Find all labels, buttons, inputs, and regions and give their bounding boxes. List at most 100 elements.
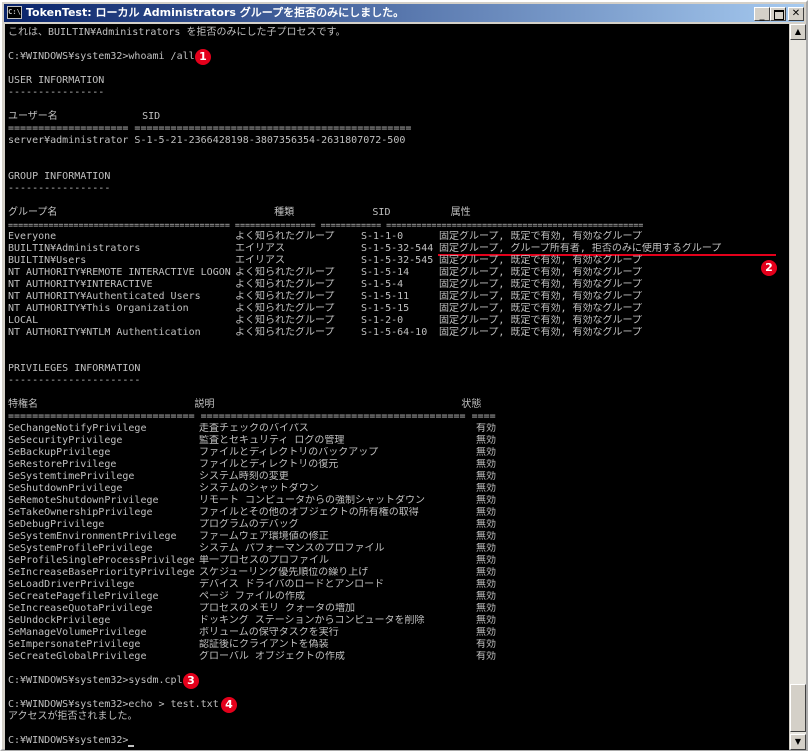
privilege-name-cell: SeSystemProfilePrivilege bbox=[8, 543, 153, 554]
privilege-desc-cell: ファームウェア環境値の修正 bbox=[199, 531, 329, 542]
group-sid-cell: S-1-5-14 bbox=[361, 267, 410, 278]
privilege-name-cell: SeSystemtimePrivilege bbox=[8, 471, 135, 482]
user-info-row: server¥administrator S-1-5-21-2366428198… bbox=[8, 135, 406, 146]
vertical-scrollbar[interactable]: ▲ ▼ bbox=[790, 24, 806, 750]
minimize-button[interactable]: _ bbox=[754, 7, 770, 21]
group-sid-cell: S-1-1-0 bbox=[361, 231, 404, 242]
privileges-info-separator: =============================== ========… bbox=[8, 411, 496, 422]
privilege-name-cell: SeLoadDriverPrivilege bbox=[8, 579, 135, 590]
group-type-cell: よく知られたグループ bbox=[235, 327, 335, 338]
user-info-title: USER INFORMATION bbox=[8, 75, 105, 86]
group-name-cell: NT AUTHORITY¥REMOTE INTERACTIVE LOGON bbox=[8, 267, 231, 278]
group-name-cell: NT AUTHORITY¥NTLM Authentication bbox=[8, 327, 201, 338]
group-name-cell: NT AUTHORITY¥This Organization bbox=[8, 303, 189, 314]
group-attr-cell: 固定グループ, 既定で有効, 有効なグループ bbox=[439, 267, 642, 278]
group-sid-cell: S-1-5-15 bbox=[361, 303, 410, 314]
user-info-header: ユーザー名 SID bbox=[8, 111, 161, 122]
user-info-separator: ==================== ===================… bbox=[8, 123, 412, 134]
scroll-up-button[interactable]: ▲ bbox=[790, 24, 806, 40]
scroll-down-button[interactable]: ▼ bbox=[790, 734, 806, 750]
console-window: C:\ TokenTest: ローカル Administrators グループを… bbox=[0, 0, 808, 751]
privilege-state-cell: 無効 bbox=[476, 459, 496, 470]
privilege-name-cell: SeDebugPrivilege bbox=[8, 519, 105, 530]
privilege-name-cell: SeProfileSingleProcessPrivilege bbox=[8, 555, 195, 566]
privilege-state-cell: 無効 bbox=[476, 627, 496, 638]
close-icon: ✕ bbox=[791, 8, 801, 19]
group-name-cell: NT AUTHORITY¥Authenticated Users bbox=[8, 291, 201, 302]
privilege-name-cell: SeCreatePagefilePrivilege bbox=[8, 591, 159, 602]
privilege-desc-cell: 単一プロセスのプロファイル bbox=[199, 555, 329, 566]
close-button[interactable]: ✕ bbox=[788, 7, 804, 21]
privilege-name-cell: SeIncreaseQuotaPrivilege bbox=[8, 603, 153, 614]
privilege-desc-cell: プロセスのメモリ クォータの増加 bbox=[199, 603, 356, 614]
privilege-desc-cell: システム時刻の変更 bbox=[199, 471, 289, 482]
group-type-cell: エイリアス bbox=[235, 255, 285, 266]
group-info-title: GROUP INFORMATION bbox=[8, 171, 111, 182]
privilege-desc-cell: ファイルとその他のオブジェクトの所有権の取得 bbox=[199, 507, 419, 518]
privilege-state-cell: 有効 bbox=[476, 423, 496, 434]
privilege-name-cell: SeRemoteShutdownPrivilege bbox=[8, 495, 159, 506]
user-info-underline: ---------------- bbox=[8, 87, 105, 98]
console-output[interactable]: これは、BUILTIN¥Administrators を拒否のみにした子プロセス… bbox=[5, 24, 789, 750]
group-name-cell: NT AUTHORITY¥INTERACTIVE bbox=[8, 279, 153, 290]
privilege-name-cell: SeRestorePrivilege bbox=[8, 459, 117, 470]
minimize-icon: _ bbox=[759, 10, 765, 21]
group-type-cell: よく知られたグループ bbox=[235, 267, 335, 278]
group-sid-cell: S-1-5-64-10 bbox=[361, 327, 428, 338]
maximize-icon bbox=[774, 10, 784, 20]
privileges-info-underline: ---------------------- bbox=[8, 375, 141, 386]
privilege-state-cell: 無効 bbox=[476, 543, 496, 554]
maximize-button[interactable] bbox=[770, 7, 786, 21]
privilege-state-cell: 無効 bbox=[476, 483, 496, 494]
console-app-icon[interactable]: C:\ bbox=[7, 6, 22, 19]
annotation-badge-4: 4 bbox=[221, 697, 237, 713]
privilege-desc-cell: ページ ファイルの作成 bbox=[199, 591, 305, 602]
group-attr-cell: 固定グループ, 既定で有効, 有効なグループ bbox=[439, 327, 642, 338]
privilege-state-cell: 有効 bbox=[476, 639, 496, 650]
privilege-state-cell: 無効 bbox=[476, 555, 496, 566]
privilege-desc-cell: ドッキング ステーションからコンピュータを削除 bbox=[199, 615, 425, 626]
title-bar[interactable]: C:\ TokenTest: ローカル Administrators グループを… bbox=[4, 4, 804, 22]
group-name-cell: LOCAL bbox=[8, 315, 39, 326]
error-message: アクセスが拒否されました。 bbox=[8, 711, 138, 722]
privilege-desc-cell: 認証後にクライアントを偽装 bbox=[199, 639, 329, 650]
command-prompt[interactable]: C:¥WINDOWS¥system32> bbox=[8, 735, 128, 747]
privilege-name-cell: SeTakeOwnershipPrivilege bbox=[8, 507, 153, 518]
group-attr-cell: 固定グループ, 既定で有効, 有効なグループ bbox=[439, 255, 642, 266]
privilege-state-cell: 無効 bbox=[476, 507, 496, 518]
privilege-desc-cell: スケジューリング優先順位の繰り上げ bbox=[199, 567, 369, 578]
command-echo: C:¥WINDOWS¥system32>echo > test.txt bbox=[8, 699, 219, 710]
privilege-desc-cell: 走査チェックのバイパス bbox=[199, 423, 309, 434]
annotation-badge-1: 1 bbox=[195, 49, 211, 65]
command-sysdm: C:¥WINDOWS¥system32>sysdm.cpl bbox=[8, 675, 183, 686]
group-type-cell: よく知られたグループ bbox=[235, 315, 335, 326]
group-type-cell: エイリアス bbox=[235, 243, 285, 254]
privilege-name-cell: SeManageVolumePrivilege bbox=[8, 627, 147, 638]
privilege-state-cell: 無効 bbox=[476, 447, 496, 458]
privilege-state-cell: 無効 bbox=[476, 519, 496, 530]
privilege-name-cell: SeSystemEnvironmentPrivilege bbox=[8, 531, 177, 542]
privilege-desc-cell: システム パフォーマンスのプロファイル bbox=[199, 543, 385, 554]
privilege-desc-cell: リモート コンピュータからの強制シャットダウン bbox=[199, 495, 426, 506]
privilege-name-cell: SeSecurityPrivilege bbox=[8, 435, 123, 446]
privilege-desc-cell: デバイス ドライバのロードとアンロード bbox=[199, 579, 385, 590]
group-name-cell: BUILTIN¥Administrators bbox=[8, 243, 141, 254]
group-attr-cell: 固定グループ, 既定で有効, 有効なグループ bbox=[439, 279, 642, 290]
privilege-state-cell: 無効 bbox=[476, 531, 496, 542]
group-sid-cell: S-1-5-32-545 bbox=[361, 255, 434, 266]
privilege-state-cell: 有効 bbox=[476, 651, 496, 662]
scroll-thumb[interactable] bbox=[790, 684, 806, 732]
text-cursor bbox=[128, 745, 134, 747]
group-info-separator: ========================================… bbox=[8, 220, 644, 230]
group-attr-cell: 固定グループ, グループ所有者, 拒否のみに使用するグループ bbox=[439, 243, 722, 254]
group-attr-cell: 固定グループ, 既定で有効, 有効なグループ bbox=[439, 303, 642, 314]
group-type-cell: よく知られたグループ bbox=[235, 231, 335, 242]
window-title: TokenTest: ローカル Administrators グループを拒否のみ… bbox=[26, 6, 405, 19]
group-sid-cell: S-1-2-0 bbox=[361, 315, 404, 326]
privileges-info-title: PRIVILEGES INFORMATION bbox=[8, 363, 141, 374]
privilege-name-cell: SeShutdownPrivilege bbox=[8, 483, 123, 494]
command-whoami: C:¥WINDOWS¥system32>whoami /all bbox=[8, 51, 195, 62]
group-sid-cell: S-1-5-32-544 bbox=[361, 243, 434, 254]
group-name-cell: BUILTIN¥Users bbox=[8, 255, 87, 266]
privilege-state-cell: 無効 bbox=[476, 579, 496, 590]
